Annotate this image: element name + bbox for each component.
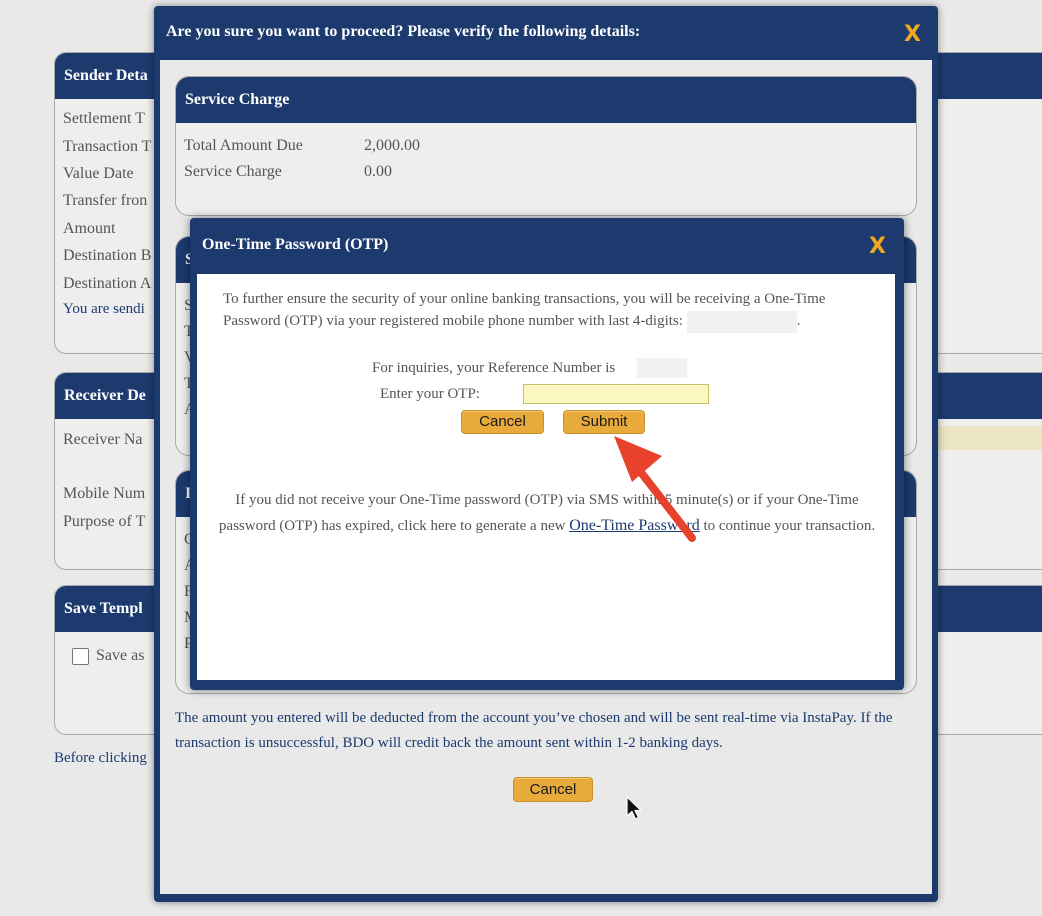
masked-phone-digits xyxy=(686,310,797,333)
save-template-label: Save as xyxy=(96,647,145,664)
otp-intro-text: To further ensure the security of your o… xyxy=(223,288,883,333)
otp-dialog: One-Time Password (OTP) X To further ens… xyxy=(190,218,904,690)
enter-otp-label: Enter your OTP: xyxy=(380,386,480,402)
mouse-pointer-icon xyxy=(626,796,642,820)
otp-dialog-title: One-Time Password (OTP) xyxy=(202,236,389,253)
receiver-row: Mobile Num xyxy=(63,485,146,502)
otp-intro-period: . xyxy=(796,313,801,329)
red-arrow-icon xyxy=(614,436,696,542)
sender-row: Destination A xyxy=(63,275,152,292)
receiver-row: Purpose of T xyxy=(63,513,146,530)
total-amount-due-value: 2,000.00 xyxy=(364,137,420,154)
sender-note: You are sendi xyxy=(63,301,145,317)
service-charge-panel: Service Charge Total Amount Due 2,000.00… xyxy=(175,76,917,216)
service-charge-label: Service Charge xyxy=(184,163,282,180)
resend-text-after: to continue your transaction. xyxy=(703,518,876,534)
sender-row: Transaction T xyxy=(63,138,152,155)
service-charge-title: Service Charge xyxy=(176,77,916,123)
sender-row: Amount xyxy=(63,220,116,237)
receiver-row: Receiver Na xyxy=(63,431,143,448)
instapay-note: The amount you entered will be deducted … xyxy=(175,710,893,751)
total-amount-due-label: Total Amount Due xyxy=(184,137,303,154)
sender-row: Transfer fron xyxy=(63,192,148,209)
reference-number-label: For inquiries, your Reference Number is xyxy=(372,360,616,376)
sender-row: Value Date xyxy=(63,165,134,182)
service-charge-value: 0.00 xyxy=(364,163,392,180)
masked-reference-number xyxy=(637,358,687,378)
sender-row: Destination B xyxy=(63,247,152,264)
confirm-cancel-button[interactable]: Cancel xyxy=(513,777,593,802)
otp-dialog-close-icon[interactable]: X xyxy=(869,236,886,258)
otp-input[interactable] xyxy=(523,384,709,404)
save-template-checkbox[interactable] xyxy=(72,648,89,665)
otp-cancel-button[interactable]: Cancel xyxy=(461,410,544,434)
confirm-dialog-close-icon[interactable]: X xyxy=(904,24,921,46)
otp-dialog-body: To further ensure the security of your o… xyxy=(197,274,895,680)
receiver-name-field[interactable] xyxy=(935,426,1042,450)
resend-otp-text: If you did not receive your One-Time pas… xyxy=(207,488,887,539)
confirm-dialog-title: Are you sure you want to proceed? Please… xyxy=(166,23,641,40)
before-clicking-text: Before clicking xyxy=(54,750,147,766)
sender-row: Settlement T xyxy=(63,110,145,127)
